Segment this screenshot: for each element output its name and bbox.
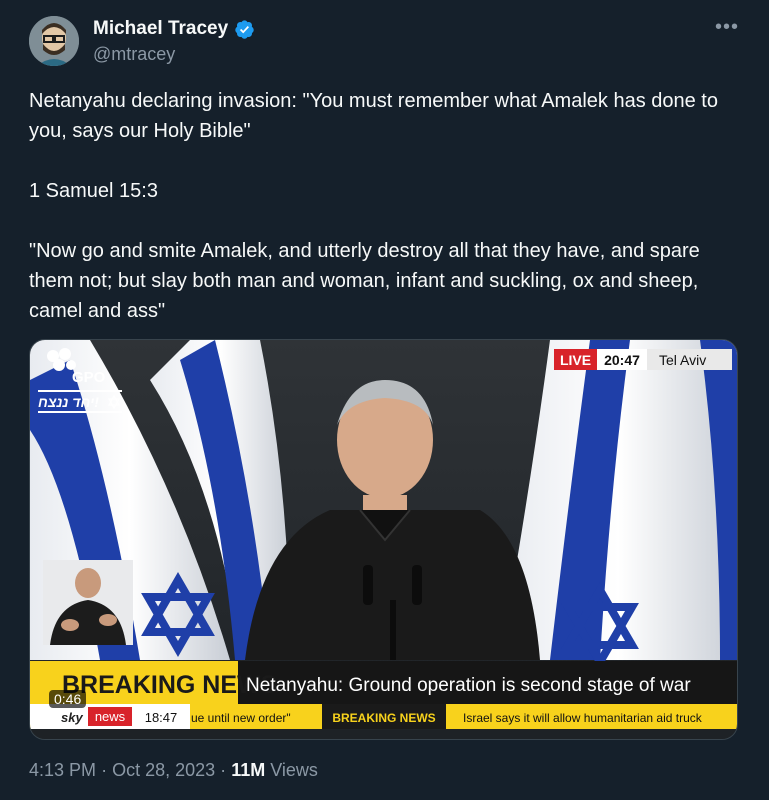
video-player[interactable]: GPO יחד ננצח! LIVE 20:47 Tel Aviv BREAKI… [29, 339, 738, 740]
more-options-icon[interactable]: ••• [715, 16, 739, 39]
author-name-row[interactable]: Michael Tracey [93, 18, 255, 40]
hebrew-slogan: יחד ננצח! [38, 394, 99, 410]
tweet-paragraph: 1 Samuel 15:3 [29, 180, 158, 202]
video-frame: GPO יחד ננצח! LIVE 20:47 Tel Aviv BREAKI… [30, 340, 737, 739]
ticker-breaking: BREAKING NEWS [332, 711, 435, 725]
verified-badge-icon [235, 19, 254, 39]
ticker-text-2: Israel says it will allow humanitarian a… [463, 711, 703, 725]
ticker-text-1: ue until new order" [191, 711, 291, 725]
live-badge: LIVE 20:47 Tel Aviv [554, 349, 732, 370]
breaking-headline: Netanyahu: Ground operation is second st… [246, 675, 691, 696]
live-location: Tel Aviv [659, 352, 706, 368]
tweet-time[interactable]: 4:13 PM [29, 760, 96, 780]
tweet-text: Netanyahu declaring invasion: "You must … [29, 86, 729, 356]
sky-brand: sky [61, 710, 83, 725]
breaking-news-label: BREAKING NEWS [62, 671, 277, 699]
tweet-meta: 4:13 PM · Oct 28, 2023 · 11M Views [29, 760, 318, 781]
meta-separator: · [101, 760, 108, 780]
video-duration: 0:46 [49, 690, 87, 708]
views-label: Views [270, 760, 318, 780]
gpo-text: GPO [72, 369, 106, 386]
tweet-paragraph: Netanyahu declaring invasion: "You must … [29, 90, 718, 142]
avatar-illustration-icon [29, 16, 79, 66]
tweet-date[interactable]: Oct 28, 2023 [112, 760, 215, 780]
author-name[interactable]: Michael Tracey [93, 18, 228, 40]
news-label: news [95, 709, 126, 724]
tweet: Michael Tracey @mtracey ••• Netanyahu de… [0, 0, 769, 800]
breaking-news-bar: BREAKING NEWS Netanyahu: Ground operatio… [30, 661, 737, 704]
live-time: 20:47 [604, 352, 640, 368]
author-handle[interactable]: @mtracey [93, 44, 175, 65]
tweet-paragraph: "Now go and smite Amalek, and utterly de… [29, 240, 700, 322]
live-label: LIVE [560, 352, 591, 368]
meta-separator: · [220, 760, 227, 780]
views-count[interactable]: 11M [231, 760, 265, 780]
sign-language-inset [43, 560, 133, 645]
ticker-time: 18:47 [145, 710, 178, 725]
news-ticker: sky news 18:47 ue until new order" BREAK… [30, 704, 737, 729]
avatar[interactable] [29, 16, 79, 66]
